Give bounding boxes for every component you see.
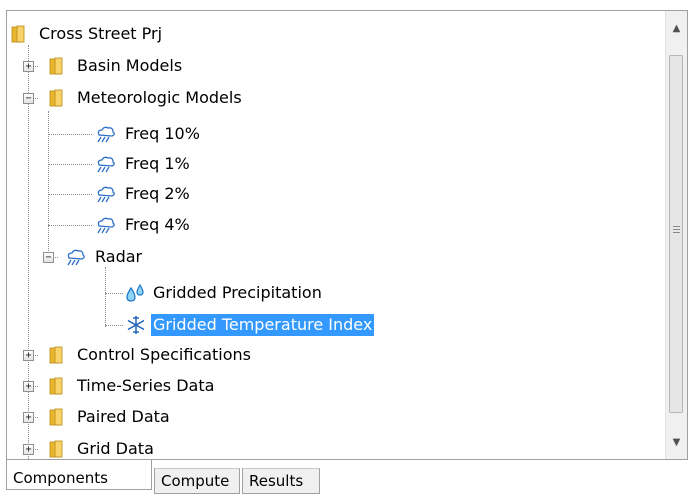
scrollbar-thumb[interactable] <box>669 55 683 413</box>
expand-toggle[interactable]: + <box>23 350 34 361</box>
tree-node-label: Control Specifications <box>77 345 251 364</box>
tree-line <box>48 111 49 257</box>
cloud-rain-icon <box>93 214 119 236</box>
tree-node-root[interactable]: Cross Street Prj <box>7 23 164 45</box>
tree-line <box>48 164 92 165</box>
grip-line <box>673 229 680 230</box>
expand-toggle[interactable]: + <box>23 444 34 455</box>
tree-node-label: Gridded Precipitation <box>153 283 322 302</box>
watershed-explorer: + − − + + + + Cross Street Prj Basin Mod… <box>6 10 688 460</box>
grip-line <box>673 226 680 227</box>
tree-node-grid-data[interactable]: Grid Data <box>45 438 156 459</box>
cloud-rain-icon <box>93 123 119 145</box>
folder-icon <box>45 438 71 459</box>
vertical-scrollbar[interactable]: ▲ ▼ <box>665 11 687 459</box>
scroll-up-arrow-icon[interactable]: ▲ <box>666 17 687 39</box>
component-tree: + − − + + + + Cross Street Prj Basin Mod… <box>7 11 665 459</box>
cloud-rain-icon <box>63 246 89 268</box>
tree-node-label: Gridded Temperature Index <box>151 314 375 336</box>
tree-line <box>28 45 29 459</box>
tree-node-label: Freq 1% <box>125 154 190 173</box>
tab-label: Compute <box>161 472 230 490</box>
tree-node-freq-10[interactable]: Freq 10% <box>93 123 202 145</box>
tree-node-label: Grid Data <box>77 439 154 458</box>
folder-icon <box>7 23 33 45</box>
tree-node-paired-data[interactable]: Paired Data <box>45 406 172 428</box>
tree-line <box>48 225 92 226</box>
tree-node-freq-4[interactable]: Freq 4% <box>93 214 192 236</box>
expand-toggle[interactable]: + <box>23 381 34 392</box>
tree-node-freq-1[interactable]: Freq 1% <box>93 153 192 175</box>
tree-node-meteorologic-models[interactable]: Meteorologic Models <box>45 87 244 109</box>
cloud-rain-icon <box>93 153 119 175</box>
folder-icon <box>45 406 71 428</box>
tree-line <box>105 325 123 326</box>
tree-node-basin-models[interactable]: Basin Models <box>45 55 184 77</box>
tree-node-control-specifications[interactable]: Control Specifications <box>45 344 253 366</box>
tree-node-gridded-temperature-index[interactable]: Gridded Temperature Index <box>125 314 375 336</box>
tree-node-label: Radar <box>95 247 143 266</box>
expand-toggle[interactable]: + <box>23 61 34 72</box>
tree-node-label: Freq 10% <box>125 124 200 143</box>
tree-node-label: Basin Models <box>77 56 183 75</box>
folder-icon <box>45 55 71 77</box>
tree-node-label: Paired Data <box>77 407 170 426</box>
grip-line <box>673 232 680 233</box>
collapse-toggle[interactable]: − <box>23 93 34 104</box>
tab-results[interactable]: Results <box>242 468 320 494</box>
tree-line <box>48 134 92 135</box>
tree-line <box>105 267 106 327</box>
tree-node-label: Meteorologic Models <box>77 88 242 107</box>
scroll-down-arrow-icon[interactable]: ▼ <box>666 431 687 453</box>
tree-node-label: Time-Series Data <box>77 376 215 395</box>
tab-components[interactable]: Components <box>6 460 152 490</box>
tab-label: Results <box>249 472 304 490</box>
tree-node-label: Cross Street Prj <box>39 24 163 43</box>
tree-line <box>48 194 92 195</box>
tree-node-freq-2[interactable]: Freq 2% <box>93 183 192 205</box>
tab-label: Components <box>13 469 108 487</box>
expand-toggle[interactable]: + <box>23 412 34 423</box>
folder-open-icon <box>45 87 71 109</box>
tree-node-gridded-precipitation[interactable]: Gridded Precipitation <box>125 282 324 304</box>
collapse-toggle[interactable]: − <box>43 252 54 263</box>
tree-line <box>105 293 123 294</box>
folder-icon <box>45 344 71 366</box>
tree-node-label: Freq 2% <box>125 184 190 203</box>
snowflake-icon <box>125 314 147 336</box>
water-drops-icon <box>125 282 147 304</box>
tree-node-radar[interactable]: Radar <box>63 246 144 268</box>
tab-compute[interactable]: Compute <box>154 468 240 494</box>
folder-icon <box>45 375 71 397</box>
cloud-rain-icon <box>93 183 119 205</box>
tree-node-label: Freq 4% <box>125 215 190 234</box>
tree-node-time-series-data[interactable]: Time-Series Data <box>45 375 216 397</box>
